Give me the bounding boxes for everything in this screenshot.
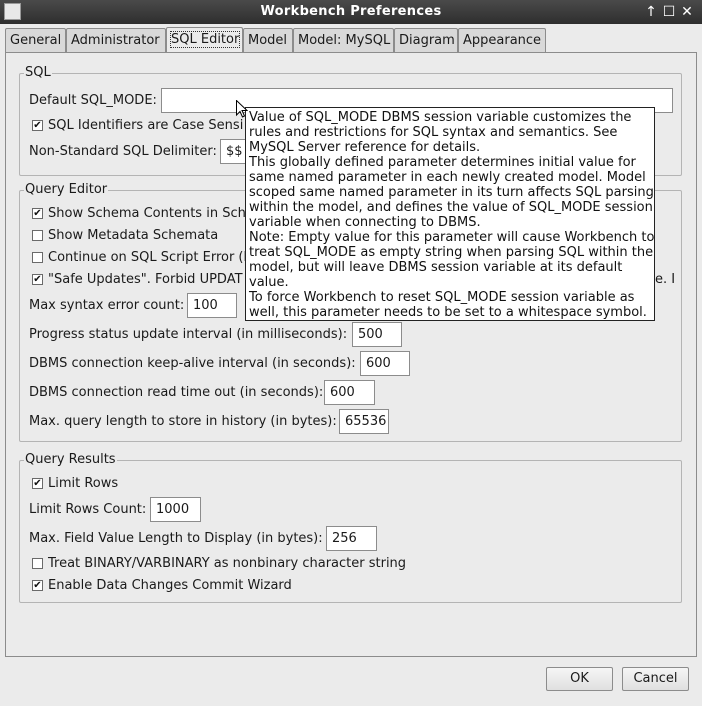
read-timeout-input[interactable]: 600 — [324, 380, 375, 405]
tab-model[interactable]: Model — [243, 28, 293, 52]
max-syntax-label: Max syntax error count: — [29, 298, 185, 313]
progress-interval-label: Progress status update interval (in mill… — [29, 327, 348, 342]
title-bar: Workbench Preferences ↑ ☐ ✕ — [0, 0, 702, 24]
tab-sql-editor[interactable]: SQL Editor — [166, 27, 243, 53]
tab-appearance[interactable]: Appearance — [458, 28, 546, 52]
progress-interval-input[interactable]: 500 — [352, 322, 402, 347]
case-sensitive-label: SQL Identifiers are Case Sensi — [48, 118, 244, 133]
tooltip-line: within the model, and defines the value … — [249, 200, 653, 215]
group-title: Query Results — [24, 452, 117, 468]
safe-updates-label: "Safe Updates". Forbid UPDAT — [48, 272, 243, 287]
tab-administrator[interactable]: Administrator — [66, 28, 166, 52]
continue-on-error-label: Continue on SQL Script Error (b — [48, 250, 252, 265]
ok-button[interactable]: OK — [546, 667, 613, 691]
commit-wizard-checkbox[interactable]: ✔ — [32, 580, 43, 591]
read-timeout-label: DBMS connection read time out (in second… — [29, 385, 324, 400]
tooltip-line: To force Workbench to reset SQL_MODE ses… — [249, 290, 635, 305]
tooltip-line: same named parameter in each newly creat… — [249, 170, 646, 185]
tooltip-line: value. — [249, 275, 289, 290]
mouse-cursor-icon — [236, 100, 248, 118]
show-metadata-label: Show Metadata Schemata — [48, 228, 219, 243]
tooltip-line: MySQL Server reference for details. — [249, 140, 481, 155]
tooltip-line: rules and restrictions for SQL syntax an… — [249, 125, 618, 140]
binary-nonbinary-label: Treat BINARY/VARBINARY as nonbinary char… — [48, 556, 407, 571]
safe-updates-label-tail: e. I — [655, 272, 676, 287]
group-title: Query Editor — [24, 182, 109, 198]
tab-label: Model — [248, 33, 288, 48]
tab-label: Appearance — [463, 33, 542, 48]
limit-rows-checkbox[interactable]: ✔ — [32, 478, 43, 489]
limit-rows-count-label: Limit Rows Count: — [29, 502, 147, 517]
sql-mode-tooltip: Value of SQL_MODE DBMS session variable … — [245, 107, 655, 321]
limit-rows-count-input[interactable]: 1000 — [150, 497, 201, 522]
continue-on-error-checkbox[interactable] — [32, 252, 43, 263]
close-icon[interactable]: ✕ — [679, 3, 695, 21]
tooltip-line: This globally defined parameter determin… — [249, 155, 636, 170]
tooltip-line: well, this parameter needs to be set to … — [249, 305, 647, 320]
show-schema-label: Show Schema Contents in Sch — [48, 206, 246, 221]
max-query-length-input[interactable]: 65536 — [339, 409, 389, 434]
tab-label: Administrator — [71, 33, 160, 48]
tooltip-line: scoped same named parameter in its turn … — [249, 185, 654, 200]
group-title: SQL — [24, 65, 52, 81]
tooltip-line: Value of SQL_MODE DBMS session variable … — [249, 110, 632, 125]
tab-diagram[interactable]: Diagram — [394, 28, 458, 52]
limit-rows-label: Limit Rows — [48, 476, 119, 491]
max-field-length-label: Max. Field Value Length to Display (in b… — [29, 531, 323, 546]
max-syntax-input[interactable]: 100 — [187, 293, 237, 318]
delimiter-label: Non-Standard SQL Delimiter: — [29, 144, 217, 159]
keepalive-label: DBMS connection keep-alive interval (in … — [29, 356, 356, 371]
tab-label: General — [10, 33, 62, 48]
case-sensitive-checkbox[interactable]: ✔ — [32, 120, 43, 131]
tooltip-line: model, but will leave DBMS session varia… — [249, 260, 623, 275]
window-title: Workbench Preferences — [260, 4, 442, 19]
tab-label: Model: MySQL — [298, 33, 391, 48]
binary-nonbinary-checkbox[interactable] — [32, 558, 43, 569]
commit-wizard-label: Enable Data Changes Commit Wizard — [48, 578, 292, 593]
max-query-length-label: Max. query length to store in history (i… — [29, 414, 337, 429]
cancel-button[interactable]: Cancel — [622, 667, 689, 691]
tooltip-line: treat SQL_MODE as empty string when pars… — [249, 245, 654, 260]
tab-label: SQL Editor — [169, 31, 241, 48]
tab-label: Diagram — [399, 33, 455, 48]
show-metadata-checkbox[interactable] — [32, 230, 43, 241]
tab-model-mysql[interactable]: Model: MySQL — [293, 28, 394, 52]
tooltip-line: Note: Empty value for this parameter wil… — [249, 230, 655, 245]
max-field-length-input[interactable]: 256 — [326, 526, 377, 551]
tab-general[interactable]: General — [5, 28, 66, 52]
maximize-icon[interactable]: ☐ — [661, 3, 677, 21]
show-schema-checkbox[interactable]: ✔ — [32, 208, 43, 219]
default-sql-mode-label: Default SQL_MODE: — [29, 93, 157, 108]
keepalive-input[interactable]: 600 — [360, 351, 410, 376]
keep-above-icon[interactable]: ↑ — [643, 3, 659, 21]
tooltip-line: variable when connecting to DBMS. — [249, 215, 481, 230]
safe-updates-checkbox[interactable]: ✔ — [32, 274, 43, 285]
